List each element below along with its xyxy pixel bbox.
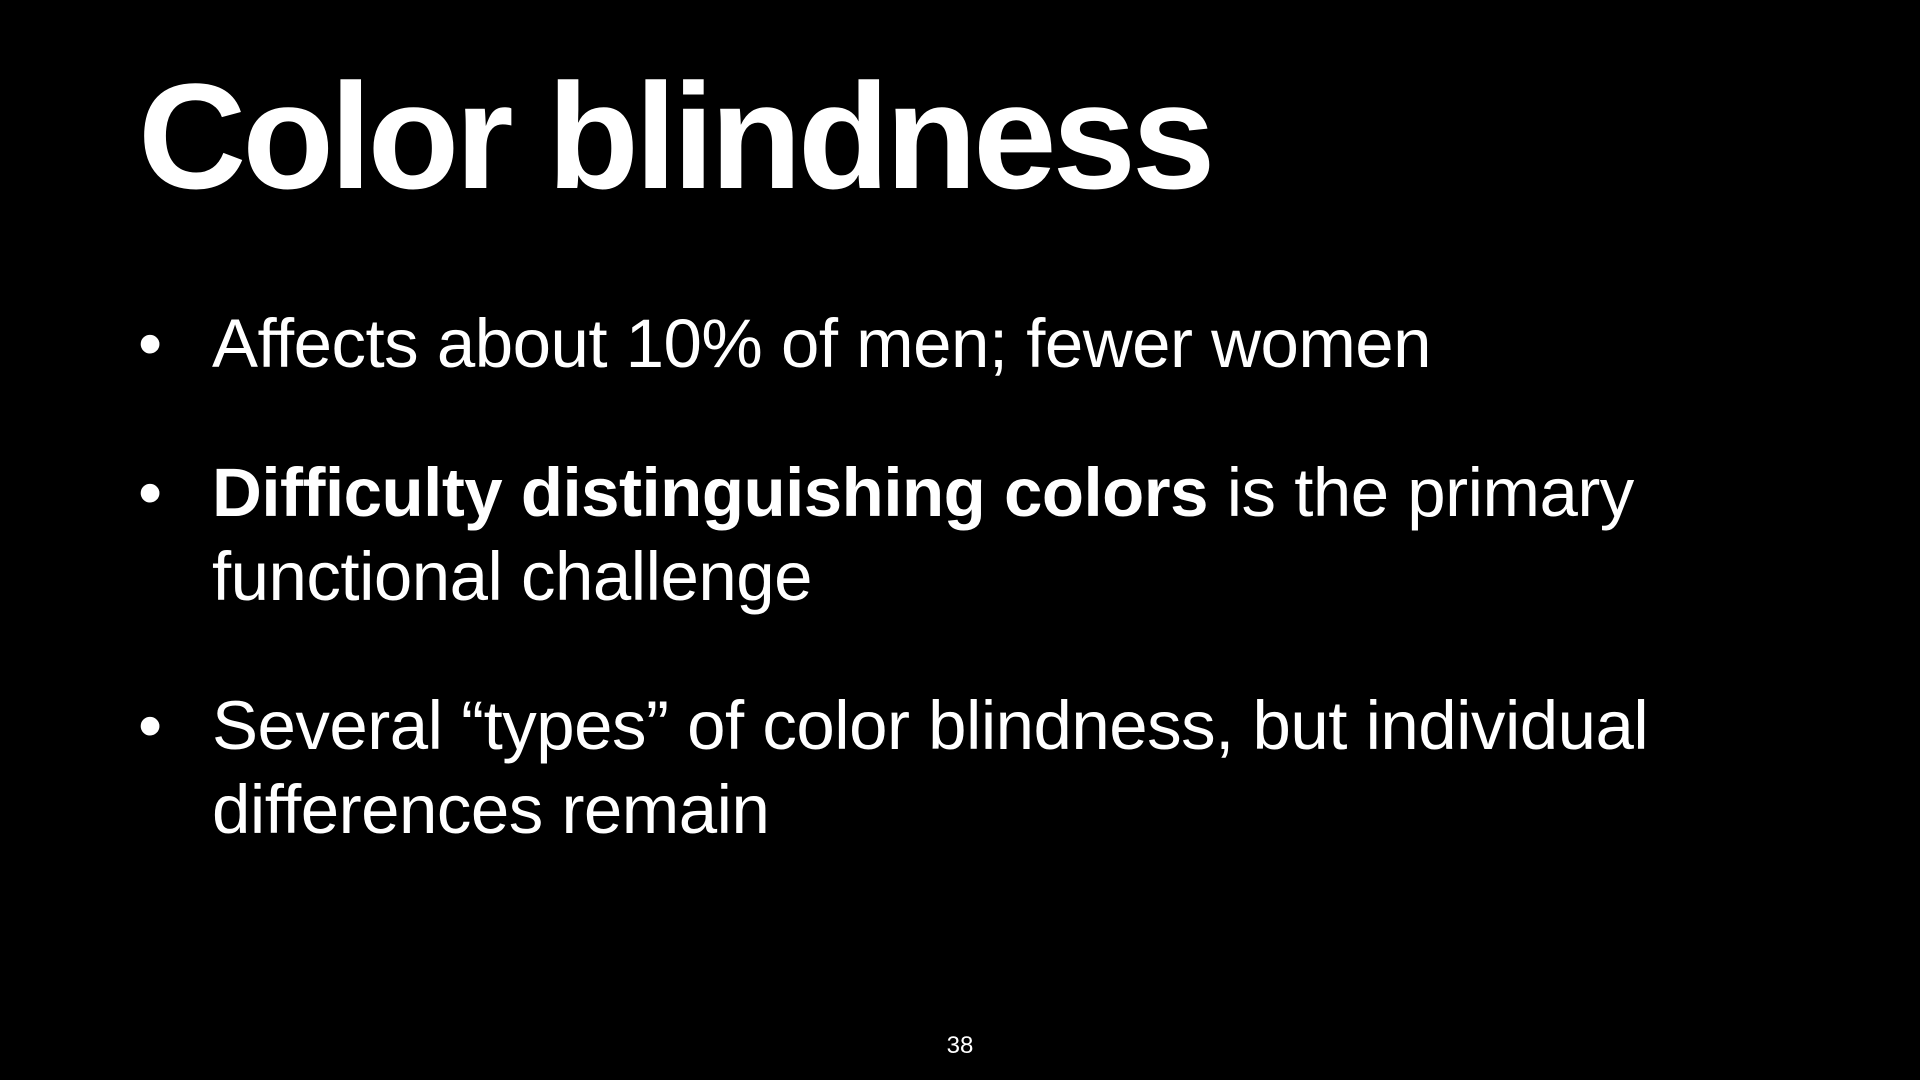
bullet-text: Affects about 10% of men; fewer women	[212, 305, 1432, 382]
bullet-marker: •	[138, 687, 162, 764]
bullet-item-1: • Affects about 10% of men; fewer women	[138, 302, 1858, 386]
bullet-bold-text: Difficulty distinguishing colors	[212, 454, 1209, 531]
bullet-list: • Affects about 10% of men; fewer women …	[138, 302, 1858, 917]
slide: Color blindness • Affects about 10% of m…	[0, 0, 1920, 1080]
bullet-marker: •	[138, 305, 162, 382]
bullet-item-3: • Several “types” of color blindness, bu…	[138, 684, 1858, 852]
bullet-text: Several “types” of color blindness, but …	[212, 687, 1649, 848]
slide-title: Color blindness	[138, 52, 1215, 220]
bullet-item-2: • Difficulty distinguishing colors is th…	[138, 451, 1858, 619]
page-number: 38	[946, 1032, 974, 1059]
bullet-marker: •	[138, 454, 162, 531]
